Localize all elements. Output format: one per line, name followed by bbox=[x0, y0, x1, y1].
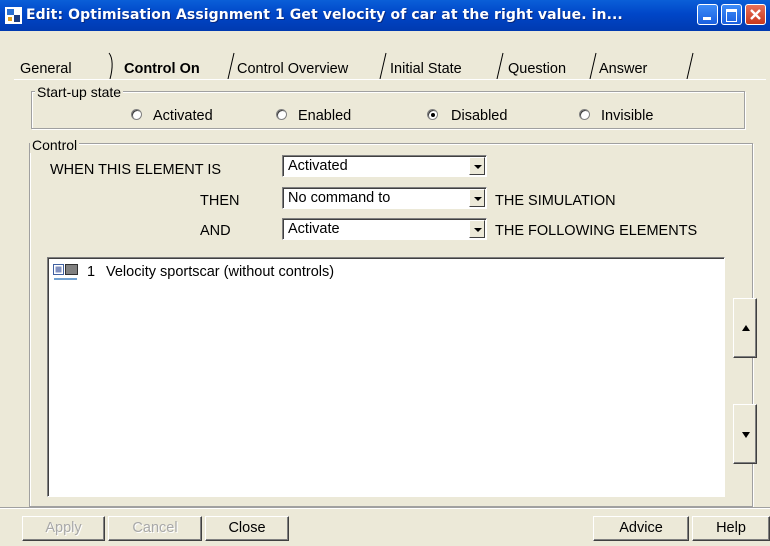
radio-enabled-label[interactable]: Enabled bbox=[298, 107, 351, 125]
window-title: Edit: Optimisation Assignment 1 Get velo… bbox=[26, 7, 623, 23]
then-suffix-label: THE SIMULATION bbox=[495, 193, 616, 209]
list-item-name: Velocity sportscar (without controls) bbox=[106, 264, 335, 280]
radio-activated-label[interactable]: Activated bbox=[153, 107, 213, 125]
radio-activated[interactable] bbox=[131, 109, 142, 120]
tab-answer[interactable]: Answer bbox=[599, 59, 647, 79]
close-button[interactable] bbox=[745, 4, 766, 25]
radio-invisible[interactable] bbox=[579, 109, 590, 120]
move-up-button[interactable] bbox=[733, 298, 757, 358]
chevron-down-icon[interactable] bbox=[469, 220, 485, 238]
tab-divider bbox=[686, 52, 694, 80]
maximize-button[interactable] bbox=[721, 4, 742, 25]
then-dropdown-value: No command to bbox=[288, 190, 391, 206]
and-suffix-label: THE FOLLOWING ELEMENTS bbox=[495, 223, 698, 239]
and-dropdown[interactable]: Activate bbox=[282, 218, 487, 240]
tab-control-overview[interactable]: Control Overview bbox=[237, 59, 348, 79]
then-dropdown[interactable]: No command to bbox=[282, 187, 487, 209]
when-dropdown[interactable]: Activated bbox=[282, 155, 487, 177]
tab-initial-state[interactable]: Initial State bbox=[390, 59, 462, 79]
chevron-down-icon[interactable] bbox=[469, 157, 485, 175]
tab-control-on[interactable]: Control On bbox=[124, 59, 200, 79]
help-button[interactable]: Help bbox=[692, 516, 770, 541]
then-label: THEN bbox=[200, 193, 240, 209]
tab-divider bbox=[496, 52, 504, 80]
arrow-up-icon bbox=[742, 325, 750, 331]
tab-divider bbox=[108, 52, 113, 80]
arrow-down-icon bbox=[742, 432, 750, 438]
close-dialog-button[interactable]: Close bbox=[205, 516, 289, 541]
chevron-down-icon[interactable] bbox=[469, 189, 485, 207]
maximize-icon bbox=[726, 9, 737, 22]
cancel-button[interactable]: Cancel bbox=[108, 516, 202, 541]
tab-general[interactable]: General bbox=[20, 59, 72, 79]
radio-disabled[interactable] bbox=[427, 109, 438, 120]
list-item-number: 1 bbox=[87, 264, 96, 280]
minimize-icon bbox=[703, 17, 711, 20]
apply-button[interactable]: Apply bbox=[22, 516, 105, 541]
advice-button[interactable]: Advice bbox=[593, 516, 689, 541]
close-icon bbox=[750, 9, 761, 20]
startup-state-legend: Start-up state bbox=[35, 84, 124, 100]
radio-invisible-label[interactable]: Invisible bbox=[601, 107, 653, 125]
radio-enabled[interactable] bbox=[276, 109, 287, 120]
when-dropdown-value: Activated bbox=[288, 158, 348, 174]
tab-divider bbox=[379, 52, 387, 80]
list-item[interactable]: 1 Velocity sportscar (without controls) bbox=[53, 262, 693, 282]
separator bbox=[0, 507, 770, 509]
element-icon bbox=[53, 264, 78, 280]
and-label: AND bbox=[200, 223, 231, 239]
radio-disabled-label[interactable]: Disabled bbox=[451, 107, 507, 125]
element-edit-icon bbox=[5, 7, 22, 24]
tab-divider bbox=[589, 52, 597, 80]
when-label: WHEN THIS ELEMENT IS bbox=[50, 162, 222, 178]
control-legend: Control bbox=[30, 137, 80, 153]
elements-listbox[interactable]: 1 Velocity sportscar (without controls) bbox=[47, 257, 725, 497]
minimize-button[interactable] bbox=[697, 4, 718, 25]
tab-question[interactable]: Question bbox=[508, 59, 566, 79]
move-down-button[interactable] bbox=[733, 404, 757, 464]
and-dropdown-value: Activate bbox=[288, 221, 340, 237]
tab-divider bbox=[227, 52, 235, 80]
